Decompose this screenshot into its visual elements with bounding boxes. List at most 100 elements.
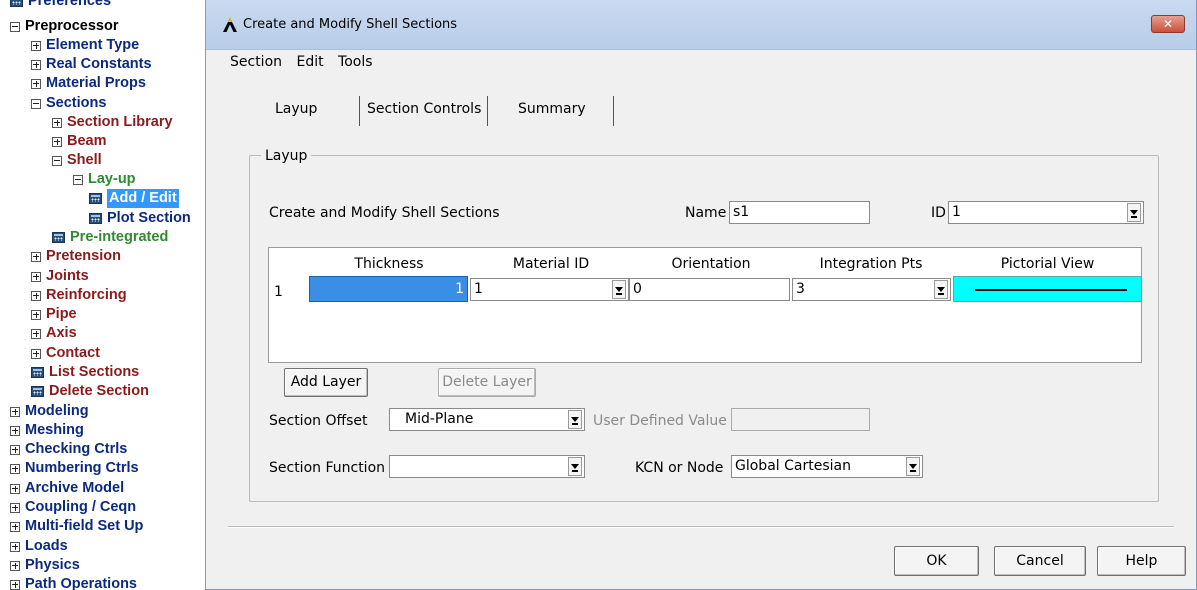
expand-icon[interactable] [31, 271, 41, 282]
name-input[interactable]: s1 [729, 201, 870, 224]
tree-item[interactable]: Pipe [31, 305, 77, 324]
expand-icon[interactable] [31, 251, 41, 262]
tree-item-label: Pre-integrated [70, 229, 169, 245]
tree-item-label: Add / Edit [107, 189, 179, 208]
expand-icon[interactable] [31, 290, 41, 301]
tree-item-label: Reinforcing [46, 287, 127, 303]
expand-icon[interactable] [31, 328, 41, 339]
tree-item[interactable]: Physics [10, 556, 80, 575]
expand-icon[interactable] [10, 463, 20, 474]
tree-item[interactable]: Archive Model [10, 479, 124, 498]
expand-icon[interactable] [10, 521, 20, 532]
section-offset-label: Section Offset [269, 413, 368, 429]
menu-edit[interactable]: Edit [296, 54, 323, 70]
expand-icon[interactable] [31, 348, 41, 359]
orientation-input[interactable]: 0 [629, 278, 790, 301]
expand-icon[interactable] [10, 483, 20, 494]
tree-item[interactable]: List Sections [31, 363, 139, 382]
menu-section[interactable]: Section [230, 54, 282, 70]
tab-section-controls[interactable]: Section Controls [367, 101, 481, 117]
collapse-icon[interactable] [52, 155, 62, 166]
material-id-select[interactable]: 1 [470, 278, 629, 301]
tree-item[interactable]: Pre-integrated [52, 228, 168, 247]
expand-icon[interactable] [52, 117, 62, 128]
section-function-select[interactable] [389, 455, 585, 478]
tree-item[interactable]: Meshing [10, 421, 84, 440]
tab-summary[interactable]: Summary [518, 101, 586, 117]
id-select[interactable]: 1 [948, 201, 1144, 224]
name-label: Name [685, 205, 727, 221]
chevron-down-icon[interactable] [906, 457, 920, 476]
tree-item[interactable]: Delete Section [31, 382, 149, 401]
kcn-select[interactable]: Global Cartesian [731, 455, 923, 478]
tree-item[interactable]: Contact [31, 344, 100, 363]
expand-icon[interactable] [10, 425, 20, 436]
tree-item[interactable]: Reinforcing [31, 286, 127, 305]
calculator-icon[interactable] [31, 367, 44, 378]
user-defined-value-input[interactable] [731, 408, 870, 431]
tree-item[interactable]: Axis [31, 324, 77, 343]
collapse-icon[interactable] [73, 174, 83, 185]
tree-item[interactable]: Element Type [31, 36, 139, 55]
chevron-down-icon[interactable] [1127, 203, 1141, 222]
tab-separator [487, 96, 488, 126]
chevron-down-icon[interactable] [568, 410, 582, 429]
tree-item[interactable]: Preprocessor [10, 17, 119, 36]
tree-item[interactable]: Shell [52, 151, 102, 170]
chevron-down-icon[interactable] [568, 457, 582, 476]
tree-item[interactable]: Joints [31, 267, 89, 286]
tree-item[interactable]: Section Library [52, 113, 173, 132]
tree-item[interactable]: Preferences [10, 0, 111, 11]
expand-icon[interactable] [10, 406, 20, 417]
collapse-icon[interactable] [10, 21, 20, 32]
tree-item[interactable]: Checking Ctrls [10, 440, 127, 459]
integration-pts-select[interactable]: 3 [792, 278, 951, 301]
expand-icon[interactable] [10, 541, 20, 552]
calculator-icon[interactable] [31, 386, 44, 397]
tree-item[interactable]: Numbering Ctrls [10, 459, 139, 478]
collapse-icon[interactable] [31, 98, 41, 109]
close-button[interactable]: ✕ [1151, 15, 1185, 33]
add-layer-button[interactable]: Add Layer [284, 368, 368, 397]
help-button[interactable]: Help [1097, 546, 1186, 576]
tree-item[interactable]: Add / Edit [89, 189, 179, 208]
expand-icon[interactable] [10, 502, 20, 513]
tree-item[interactable]: Multi-field Set Up [10, 517, 143, 536]
expand-icon[interactable] [31, 40, 41, 51]
tree-item[interactable]: Lay-up [73, 170, 136, 189]
chevron-down-icon[interactable] [612, 280, 626, 299]
calculator-icon[interactable] [89, 213, 102, 224]
chevron-down-icon[interactable] [934, 280, 948, 299]
tree-item[interactable]: Real Constants [31, 55, 152, 74]
tree-item[interactable]: Modeling [10, 402, 89, 421]
calculator-icon[interactable] [10, 0, 23, 7]
main-menu-tree: Preferences Preprocessor Element Type Real … [0, 0, 205, 590]
material-id-value: 1 [474, 281, 483, 297]
tree-item[interactable]: Material Props [31, 74, 146, 93]
cancel-button[interactable]: Cancel [994, 546, 1086, 576]
tab-layup[interactable]: Layup [275, 101, 317, 117]
tree-item[interactable]: Path Operations [10, 575, 137, 590]
calculator-icon[interactable] [89, 193, 102, 204]
expand-icon[interactable] [10, 560, 20, 571]
expand-icon[interactable] [31, 78, 41, 89]
tree-item[interactable]: Loads [10, 537, 68, 556]
menu-tools[interactable]: Tools [338, 54, 373, 70]
thickness-cell[interactable]: 1 [309, 276, 468, 302]
tree-item[interactable]: Sections [31, 94, 106, 113]
tree-item[interactable]: Plot Section [89, 209, 191, 228]
expand-icon[interactable] [31, 59, 41, 70]
expand-icon[interactable] [31, 309, 41, 320]
expand-icon[interactable] [52, 136, 62, 147]
title-bar[interactable]: Create and Modify Shell Sections ✕ [206, 0, 1196, 50]
tree-item[interactable]: Coupling / Ceqn [10, 498, 136, 517]
expand-icon[interactable] [10, 579, 20, 590]
calculator-icon[interactable] [52, 232, 65, 243]
expand-icon[interactable] [10, 444, 20, 455]
tree-item[interactable]: Pretension [31, 247, 121, 266]
integration-pts-value: 3 [796, 281, 805, 297]
section-offset-select[interactable]: Mid-Plane [389, 408, 585, 431]
tree-item[interactable]: Beam [52, 132, 107, 151]
ok-button[interactable]: OK [894, 546, 979, 576]
delete-layer-button[interactable]: Delete Layer [438, 368, 536, 397]
